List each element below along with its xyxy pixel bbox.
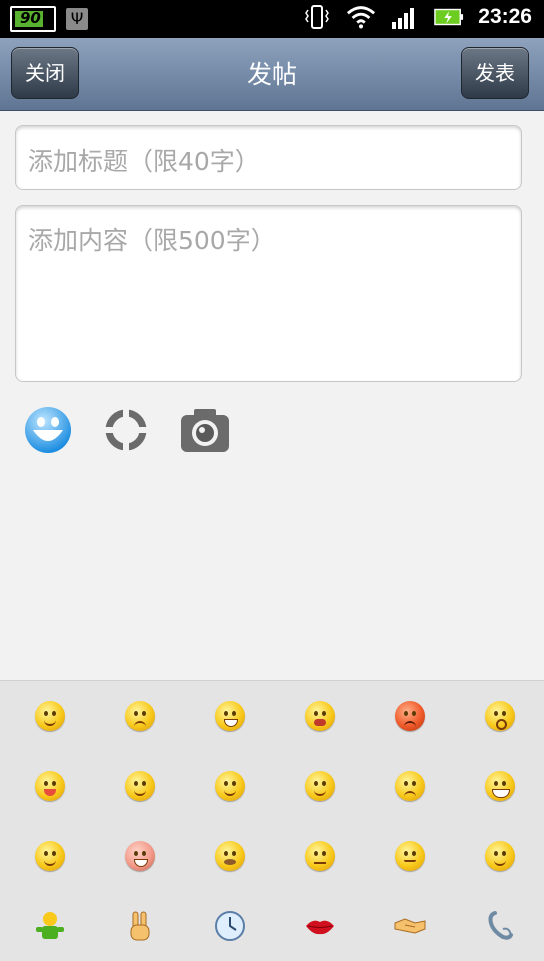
person-icon (36, 912, 64, 939)
status-bar: 90 Ψ 23:26 (0, 0, 544, 38)
clock-time: 23:26 (478, 5, 532, 28)
laugh-icon (485, 771, 515, 801)
emoji-person[interactable] (5, 891, 95, 961)
emoji-frown[interactable] (365, 751, 455, 821)
title-bar: 关闭 发帖 发表 (0, 38, 544, 111)
content-input[interactable]: 添加内容（限500字） (15, 205, 522, 382)
emoji-handshake[interactable] (365, 891, 455, 961)
sealed-lips-icon (395, 841, 425, 871)
emoji-grin[interactable] (185, 681, 275, 751)
wifi-icon (346, 4, 376, 30)
frown-icon (395, 771, 425, 801)
emoji-victory-hand[interactable] (95, 891, 185, 961)
emoji-panel (0, 680, 544, 961)
grin-icon (215, 701, 245, 731)
emoji-angry[interactable] (365, 681, 455, 751)
vibrate-icon (302, 4, 332, 30)
blush-icon (35, 841, 65, 871)
charging-battery-icon (434, 4, 464, 30)
emoji-lips[interactable] (275, 891, 365, 961)
location-icon[interactable] (102, 406, 150, 454)
emoji-icon[interactable] (24, 406, 72, 454)
content-placeholder: 添加内容（限500字） (28, 226, 276, 255)
emoji-shy[interactable] (185, 751, 275, 821)
title-input[interactable]: 添加标题（限40字） (15, 125, 522, 190)
post-button[interactable]: 发表 (461, 47, 529, 99)
title-placeholder: 添加标题（限40字） (28, 147, 260, 176)
love-icon (125, 771, 155, 801)
shy-icon (215, 771, 245, 801)
shock-icon (125, 841, 155, 871)
emoji-sealed-lips[interactable] (365, 821, 455, 891)
emoji-smile[interactable] (5, 681, 95, 751)
attachment-toolbar (24, 406, 229, 454)
tongue-icon (35, 771, 65, 801)
emoji-cry[interactable] (275, 681, 365, 751)
smile-icon (35, 701, 65, 731)
usb-icon: Ψ (66, 8, 88, 30)
cry-icon (305, 701, 335, 731)
sick-icon (215, 841, 245, 871)
telephone-icon (488, 911, 513, 940)
emoji-love[interactable] (95, 751, 185, 821)
emoji-sleepy[interactable] (455, 821, 544, 891)
battery-icon: 90 (10, 6, 56, 32)
emoji-surprised[interactable] (455, 681, 544, 751)
emoji-wink[interactable] (275, 751, 365, 821)
emoji-blush[interactable] (5, 821, 95, 891)
wink-icon (305, 771, 335, 801)
camera-icon[interactable] (180, 406, 229, 454)
emoji-sick[interactable] (185, 821, 275, 891)
handshake-icon (394, 918, 426, 934)
surprised-icon (485, 701, 515, 731)
halo-icon (305, 841, 335, 871)
battery-level: 90 (20, 9, 41, 27)
emoji-telephone[interactable] (455, 891, 544, 961)
sad-icon (125, 701, 155, 731)
emoji-clock[interactable] (185, 891, 275, 961)
lips-icon (306, 920, 334, 935)
emoji-halo[interactable] (275, 821, 365, 891)
angry-icon (395, 701, 425, 731)
emoji-laugh[interactable] (455, 751, 544, 821)
victory-hand-icon (130, 911, 150, 941)
emoji-sad[interactable] (95, 681, 185, 751)
clock-icon (215, 911, 245, 941)
signal-icon (390, 4, 420, 30)
emoji-shock[interactable] (95, 821, 185, 891)
sleepy-icon (485, 841, 515, 871)
emoji-tongue[interactable] (5, 751, 95, 821)
